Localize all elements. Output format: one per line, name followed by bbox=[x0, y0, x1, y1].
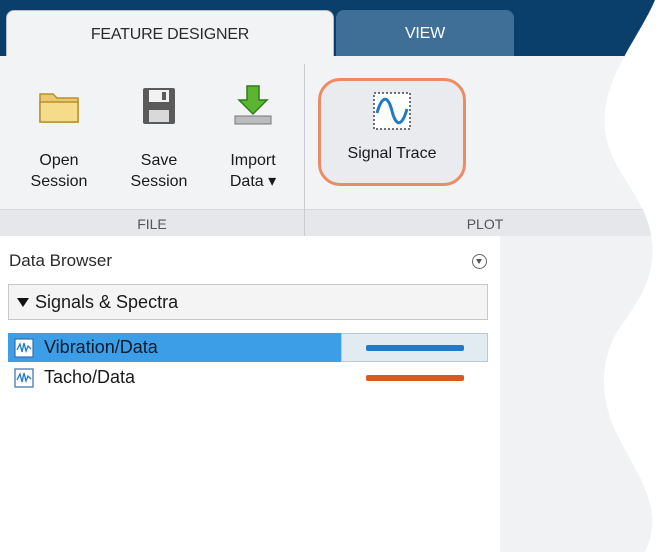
expand-triangle-icon[interactable] bbox=[17, 298, 29, 307]
save-session-button[interactable]: Save Session bbox=[118, 84, 200, 192]
signal-trace-label: Signal Trace bbox=[347, 145, 437, 162]
list-item-tacho-data[interactable]: Tacho/Data bbox=[8, 363, 488, 392]
data-browser-title: Data Browser bbox=[9, 251, 112, 270]
screenshot-clip: FEATURE DESIGNER VIEW Open Session Save … bbox=[0, 0, 665, 552]
plot-area-empty bbox=[500, 236, 665, 552]
signal-list: Vibration/Data Tacho/Data bbox=[8, 333, 488, 403]
import-arrow-icon bbox=[231, 84, 275, 128]
folder-icon bbox=[37, 84, 81, 128]
tab-feature-designer[interactable]: FEATURE DESIGNER bbox=[6, 10, 334, 58]
list-item-vibration-data[interactable]: Vibration/Data bbox=[8, 333, 488, 362]
data-browser-panel: Data Browser Signals & Spectra Vibration… bbox=[0, 236, 501, 552]
signal-icon bbox=[14, 368, 34, 388]
signal-name: Vibration/Data bbox=[44, 337, 158, 357]
line-color-swatch bbox=[366, 375, 464, 381]
line-color-cell bbox=[341, 333, 488, 362]
open-session-label-line2: Session bbox=[30, 173, 88, 190]
collapse-panel-icon[interactable] bbox=[472, 254, 487, 269]
save-session-label-line1: Save bbox=[140, 152, 178, 169]
ribbon-toolstrip: Open Session Save Session Import Data ▾ … bbox=[0, 56, 665, 237]
open-session-button[interactable]: Open Session bbox=[18, 84, 100, 192]
signal-icon bbox=[14, 338, 34, 358]
save-session-label-line2: Session bbox=[130, 173, 188, 190]
open-session-label-line1: Open bbox=[39, 152, 79, 169]
file-section-label: FILE bbox=[0, 209, 304, 237]
signal-trace-button[interactable]: Signal Trace bbox=[318, 78, 466, 186]
plot-section-label: PLOT bbox=[305, 209, 665, 237]
signals-spectra-group[interactable]: Signals & Spectra bbox=[8, 284, 488, 320]
save-disk-icon bbox=[137, 84, 181, 128]
line-color-cell bbox=[341, 363, 488, 392]
signal-wave-icon bbox=[372, 91, 412, 131]
import-data-button[interactable]: Import Data ▾ bbox=[214, 84, 292, 192]
tab-view[interactable]: VIEW bbox=[336, 10, 514, 57]
group-label: Signals & Spectra bbox=[35, 291, 179, 312]
ribbon-tab-strip: FEATURE DESIGNER VIEW bbox=[0, 0, 665, 57]
signal-name: Tacho/Data bbox=[44, 367, 136, 387]
data-browser-header: Data Browser bbox=[0, 245, 497, 277]
line-color-swatch bbox=[366, 345, 464, 351]
import-data-label-line2: Data ▾ bbox=[229, 173, 277, 190]
import-data-label-line1: Import bbox=[230, 152, 276, 169]
